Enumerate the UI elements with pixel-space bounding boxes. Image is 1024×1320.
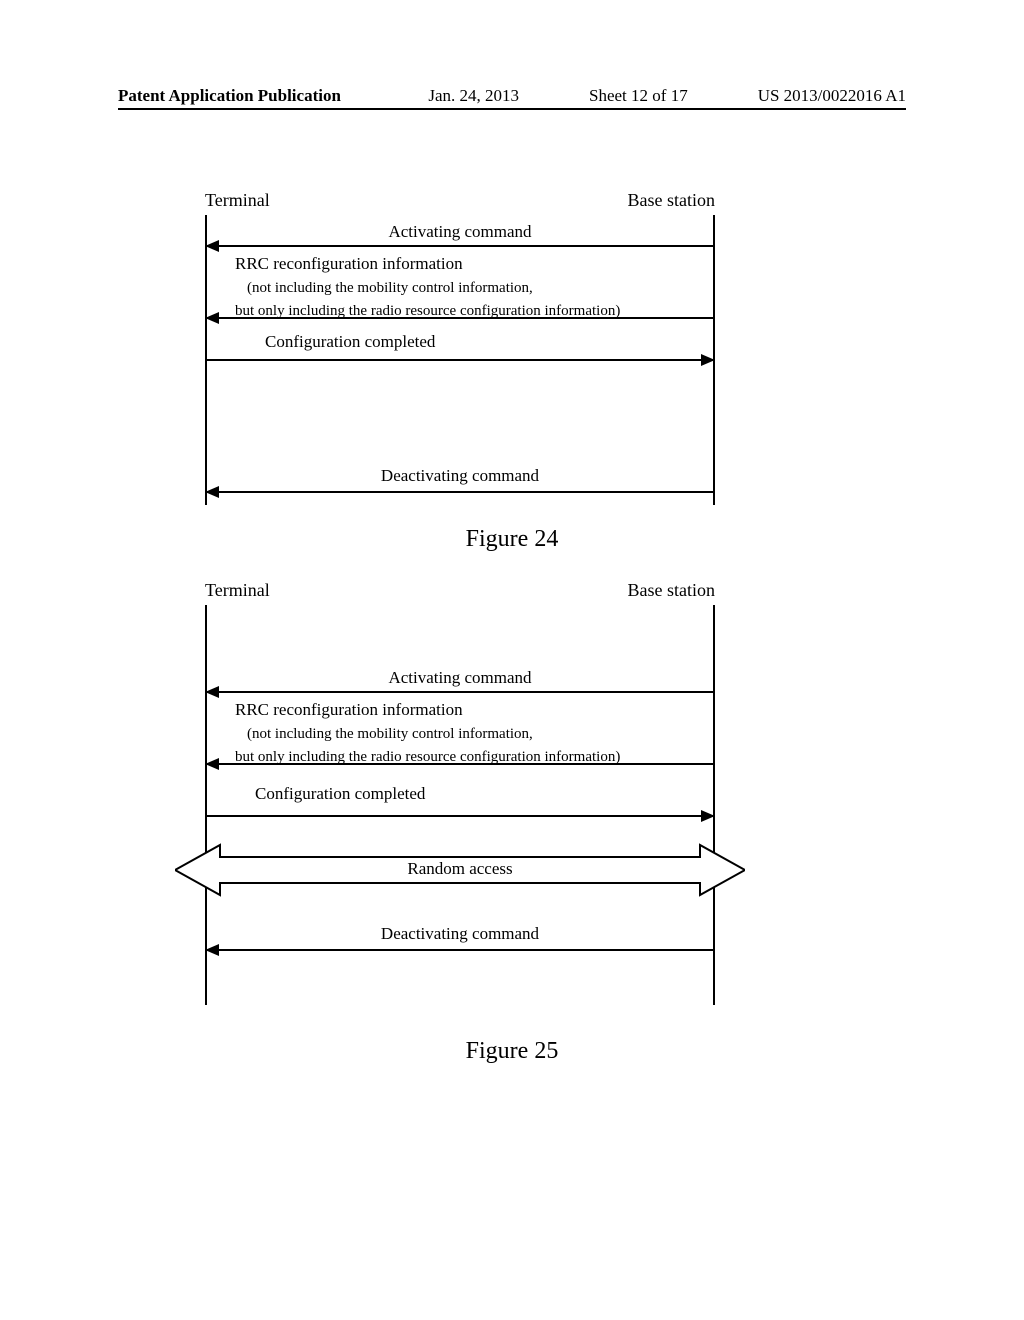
header-sheet: Sheet 12 of 17 (589, 86, 688, 106)
terminal-label-25: Terminal (205, 580, 270, 601)
msg-activating: Activating command (205, 221, 715, 244)
figure-24-caption: Figure 24 (0, 526, 1024, 553)
terminal-label: Terminal (205, 190, 270, 211)
header-rule (118, 108, 906, 110)
header-date: Jan. 24, 2013 (428, 86, 519, 106)
msg-config-completed: Configuration completed (205, 331, 715, 354)
base-station-label-25: Base station (628, 580, 716, 601)
base-station-label: Base station (628, 190, 716, 211)
figure-25-diagram: Terminal Base station Activating command… (205, 580, 715, 1005)
msg-activating-25: Activating command (205, 667, 715, 690)
figure-24-diagram: Terminal Base station Activating command… (205, 190, 715, 505)
page-header: Patent Application Publication Jan. 24, … (0, 86, 1024, 106)
msg-deactivating: Deactivating command (205, 465, 715, 488)
header-pub-title: Patent Application Publication (118, 86, 341, 106)
random-access-block-arrow: Random access (175, 835, 745, 910)
figure-25-caption: Figure 25 (0, 1038, 1024, 1065)
msg-config-completed-25: Configuration completed (205, 783, 715, 806)
msg-rrc-reconfig-25: RRC reconfiguration information (not inc… (205, 699, 715, 768)
header-docnum: US 2013/0022016 A1 (758, 86, 906, 106)
msg-deactivating-25: Deactivating command (205, 923, 715, 946)
msg-rrc-reconfig: RRC reconfiguration information (not inc… (205, 253, 715, 322)
